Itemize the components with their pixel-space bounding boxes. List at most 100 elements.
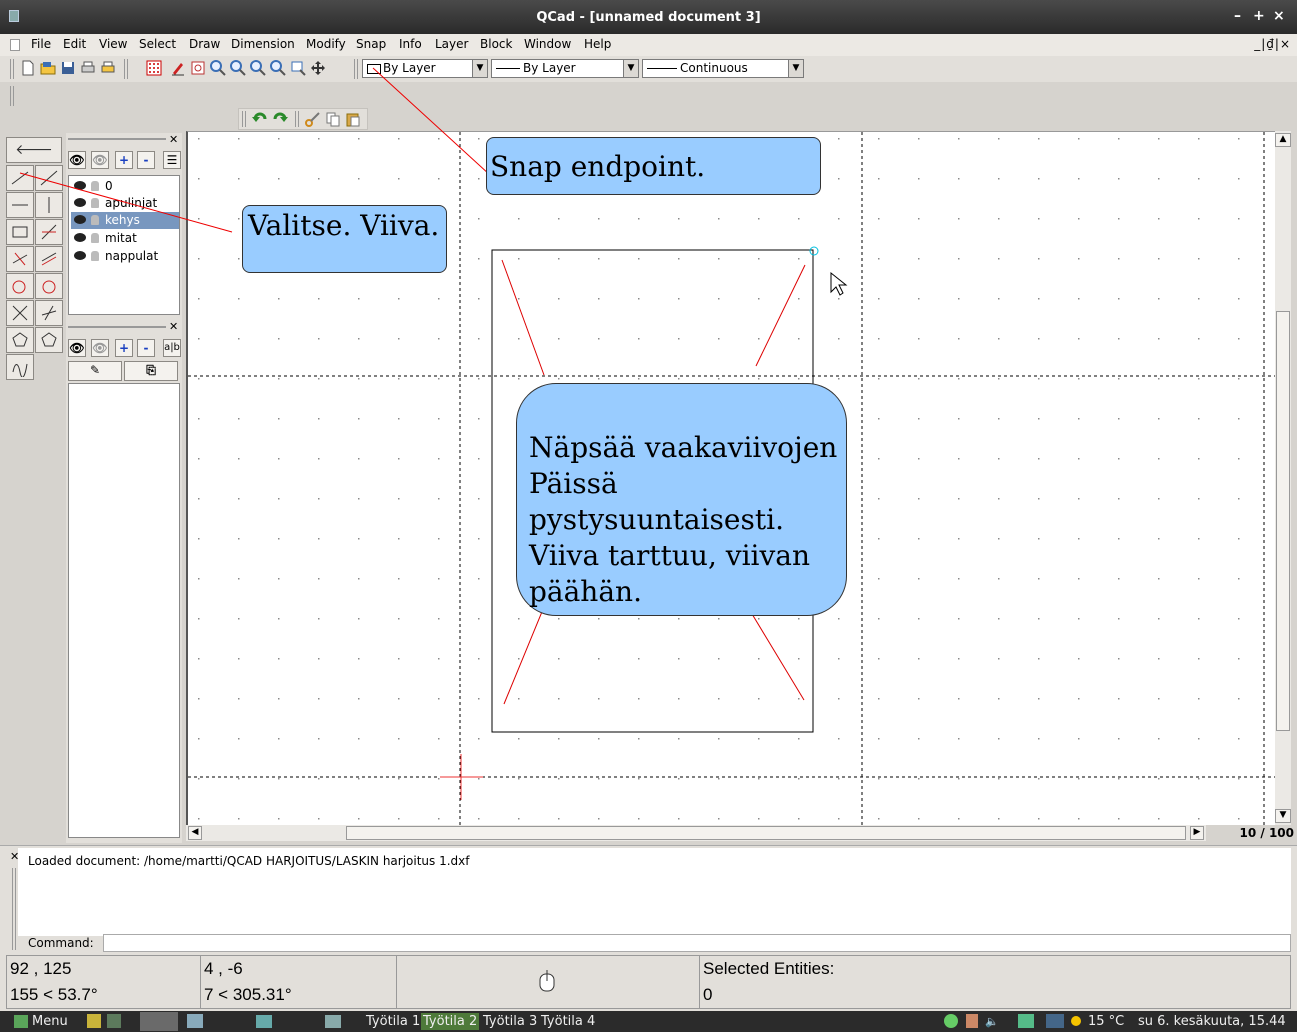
menu-modify[interactable]: Modify [306,37,346,51]
zoom-window-icon[interactable] [290,60,306,76]
horizontal-scroll-thumb[interactable] [346,826,1186,840]
print-icon[interactable] [80,60,96,76]
add-layer-button[interactable]: + [115,151,133,169]
vertical-scroll-thumb[interactable] [1276,311,1290,731]
open-file-icon[interactable] [40,60,56,76]
workspace-4[interactable]: Työtila 4 [539,1013,597,1030]
insert-block-button[interactable]: ⎘ [124,361,178,381]
menu-view[interactable]: View [99,37,127,51]
trim-button[interactable] [6,300,34,326]
close-button[interactable]: × [1273,8,1285,24]
scroll-down-arrow-icon[interactable]: ▼ [1275,809,1291,823]
line-parallel-button[interactable] [35,246,63,272]
pen-icon[interactable] [170,60,186,76]
spline-button[interactable] [6,354,34,380]
line-angle-button[interactable] [35,165,63,191]
scroll-up-arrow-icon[interactable]: ▲ [1275,133,1291,147]
zoom-out-icon[interactable] [230,60,246,76]
menu-info[interactable]: Info [399,37,422,51]
workspace-3[interactable]: Työtila 3 [481,1013,539,1030]
polygon-centre-button[interactable] [6,327,34,353]
line-2points-button[interactable] [6,165,34,191]
menu-draw[interactable]: Draw [189,37,220,51]
toolbar-handle[interactable] [242,111,246,127]
panel-handle[interactable] [68,326,166,328]
lock-icon[interactable] [91,251,99,261]
tangent-button[interactable] [35,300,63,326]
update-manager-icon[interactable] [944,1014,958,1028]
circle-button[interactable] [6,273,34,299]
rectangle-button[interactable] [6,219,34,245]
home-folder-icon[interactable] [256,1015,272,1028]
window-titlebar[interactable]: QCad - [unnamed document 3] – + × [0,0,1297,34]
clock[interactable]: su 6. kesäkuuta, 15.44 [1136,1013,1288,1030]
zoom-previous-icon[interactable] [270,60,286,76]
block-list[interactable] [68,383,180,838]
redo-icon[interactable] [272,111,288,127]
menu-snap[interactable]: Snap [356,37,386,51]
copy-icon[interactable] [325,111,341,127]
file-manager-icon[interactable] [325,1015,341,1028]
redraw-icon[interactable] [190,60,206,76]
dropdown-arrow-icon[interactable]: ▼ [472,60,487,77]
qcad-task-button[interactable] [140,1012,178,1031]
line-horizontal-button[interactable] [6,192,34,218]
add-block-button[interactable]: + [115,339,133,357]
close-panel-icon[interactable]: ✕ [169,133,178,146]
grid-icon[interactable] [146,60,162,76]
weather-temperature[interactable]: 15 °C [1086,1013,1126,1030]
scroll-left-arrow-icon[interactable]: ◀ [188,826,202,840]
edit-block-button[interactable]: ✎ [68,361,122,381]
scroll-right-arrow-icon[interactable]: ▶ [1190,826,1204,840]
toolbar-handle[interactable] [10,59,14,79]
zoom-auto-icon[interactable] [250,60,266,76]
remove-layer-button[interactable]: - [137,151,155,169]
back-arrow-button[interactable]: 🡐 [6,137,62,163]
menu-block[interactable]: Block [480,37,512,51]
cut-icon[interactable] [305,111,321,127]
terminal-launcher-icon[interactable] [107,1014,121,1028]
vertical-scrollbar[interactable]: ▲ ▼ [1275,131,1291,825]
dropdown-arrow-icon[interactable]: ▼ [788,60,803,77]
menu-select[interactable]: Select [139,37,176,51]
color-combo[interactable]: By Layer ▼ [362,59,488,78]
eye-icon[interactable] [74,215,86,224]
dropdown-arrow-icon[interactable]: ▼ [623,60,638,77]
remove-block-button[interactable]: - [137,339,155,357]
close-panel-icon[interactable]: ✕ [169,320,178,333]
mdi-window-controls[interactable]: _|₫|× [1254,37,1291,51]
new-file-icon[interactable] [20,60,36,76]
zoom-in-icon[interactable] [210,60,226,76]
lock-icon[interactable] [966,1014,978,1028]
minimize-button[interactable]: – [1234,8,1241,24]
menu-dimension[interactable]: Dimension [231,37,295,51]
layer-row-apulinjat[interactable]: apulinjat [71,195,179,212]
undo-icon[interactable] [252,111,268,127]
volume-icon[interactable]: 🔈 [985,1015,999,1028]
eye-icon[interactable] [74,233,86,242]
workspace-2[interactable]: Työtila 2 [421,1013,480,1030]
desktop-icon[interactable] [187,1014,203,1028]
display-icon[interactable] [1046,1014,1064,1028]
line-vertical-button[interactable] [35,192,63,218]
hide-all-layers-button[interactable]: 👁 [91,151,109,169]
menu-help[interactable]: Help [584,37,611,51]
workspace-1[interactable]: Työtila 1 [364,1013,422,1030]
layer-row-kehys[interactable]: kehys [71,212,179,229]
rename-block-button[interactable]: a|b [163,339,181,357]
network-icon[interactable] [1018,1014,1034,1028]
pan-icon[interactable] [310,60,326,76]
show-all-layers-button[interactable]: 👁 [68,151,86,169]
polygon-corner-button[interactable] [35,327,63,353]
menu-edit[interactable]: Edit [63,37,86,51]
start-menu-button[interactable]: Menu [12,1013,78,1030]
eye-icon[interactable] [74,251,86,260]
circle-2points-button[interactable] [35,273,63,299]
panel-handle[interactable] [12,868,16,950]
toolbar-handle[interactable] [10,86,14,106]
layer-row-nappulat[interactable]: nappulat [71,248,179,265]
lock-icon[interactable] [91,215,99,225]
print-preview-icon[interactable] [100,60,116,76]
command-input[interactable] [103,934,1291,952]
eye-icon[interactable] [74,181,86,190]
